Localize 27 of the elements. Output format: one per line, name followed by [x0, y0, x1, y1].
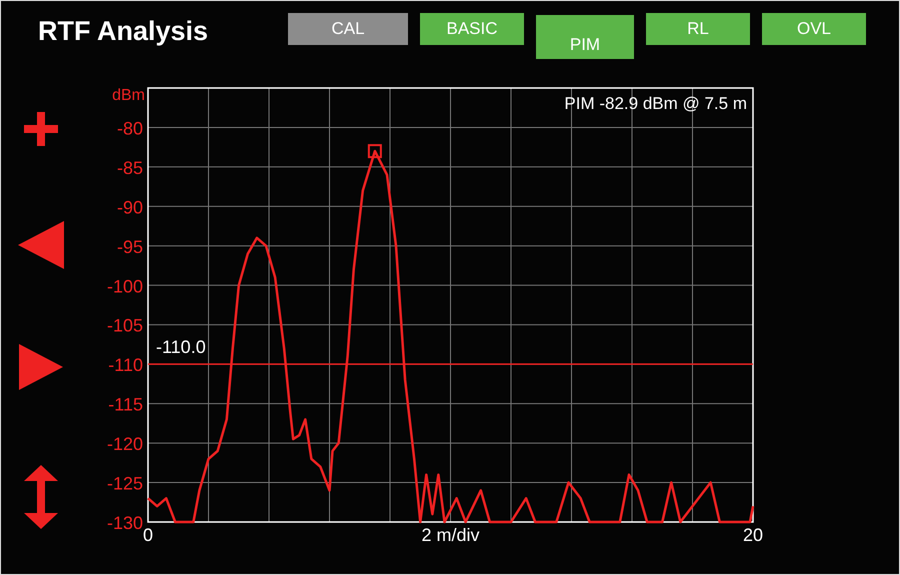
right-triangle-icon[interactable] — [19, 344, 63, 390]
y-tick-label: -125 — [106, 474, 143, 494]
x-tick-label: 20 — [742, 525, 764, 545]
y-tick-label: -115 — [108, 394, 143, 415]
y-axis-unit: dBm — [112, 87, 145, 104]
y-tick-label: -85 — [116, 158, 143, 178]
x-axis-scale: 2 m/div — [421, 525, 480, 545]
mode-button[interactable]: OVL — [762, 13, 866, 45]
left-triangle-icon[interactable] — [18, 221, 64, 269]
screen-title: RTF Analysis — [38, 16, 210, 47]
y-tick-label: -120 — [106, 434, 143, 454]
threshold-label: -110.0 — [156, 337, 206, 358]
x-tick-label: 0 — [143, 525, 153, 545]
y-tick-label: -110 — [108, 355, 143, 376]
plus-icon[interactable] — [24, 112, 58, 146]
mode-button[interactable]: PIM — [536, 15, 634, 59]
y-tick-label: -105 — [106, 316, 143, 336]
mode-button[interactable]: BASIC — [420, 13, 524, 45]
y-tick-label: -80 — [116, 118, 143, 138]
y-tick-label: -95 — [116, 236, 143, 257]
marker-readout: PIM -82.9 dBm @ 7.5 m — [564, 94, 747, 113]
y-tick-label: -90 — [116, 197, 143, 218]
y-tick-label: -100 — [106, 276, 143, 296]
mode-button[interactable]: RL — [646, 13, 750, 45]
up-down-arrow-icon[interactable] — [24, 465, 58, 529]
peak-marker — [368, 144, 382, 158]
y-tick-label: -130 — [106, 513, 143, 533]
